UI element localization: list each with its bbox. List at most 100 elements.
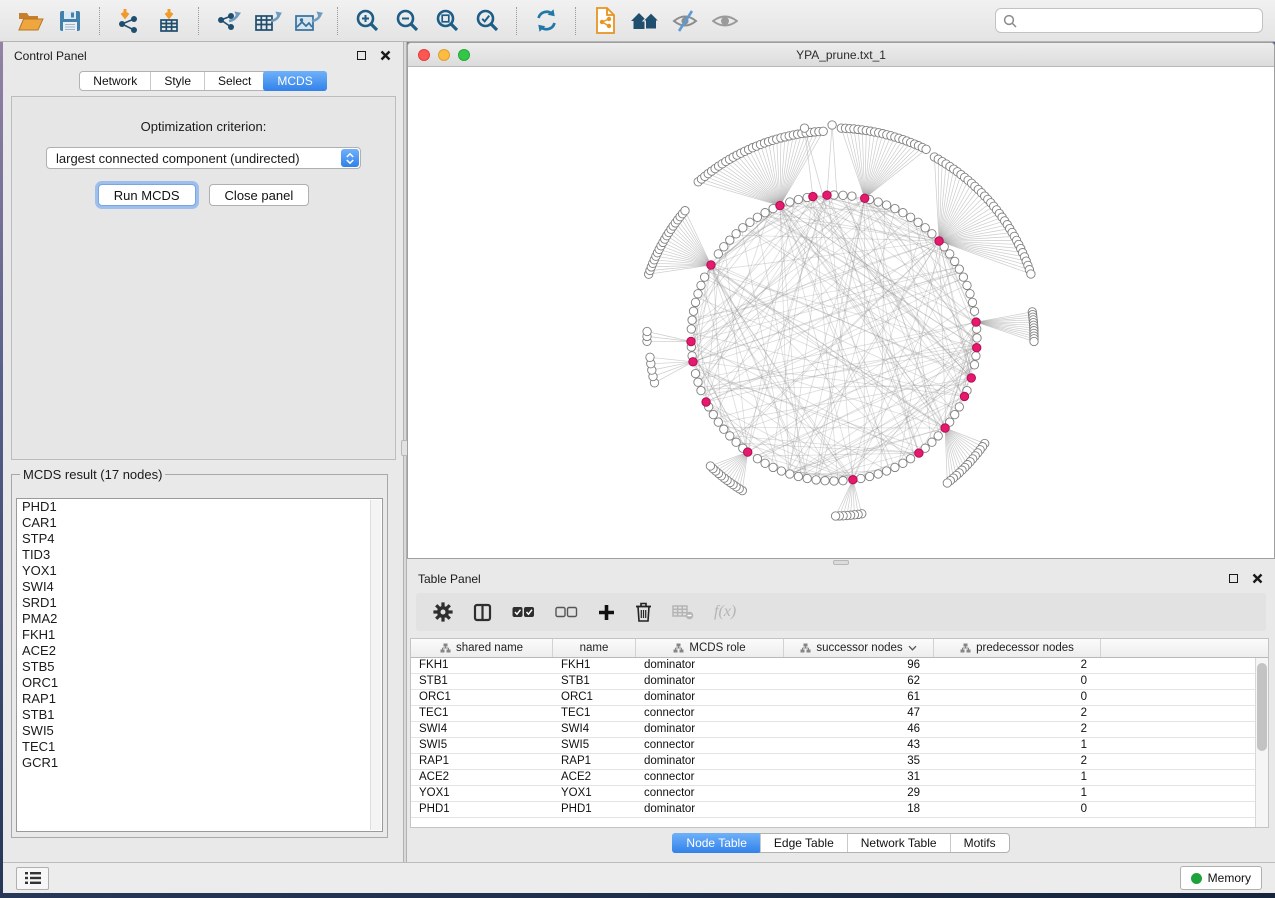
tab-motifs[interactable]: Motifs (950, 834, 1009, 852)
select-all-button[interactable] (512, 606, 535, 618)
network-node[interactable] (830, 477, 838, 485)
refresh-network-button[interactable] (528, 5, 564, 37)
open-ndex-button[interactable] (587, 5, 623, 37)
table-row[interactable]: ACE2ACE2connector311 (411, 770, 1268, 786)
mcds-hub-node[interactable] (809, 192, 817, 200)
network-node[interactable] (732, 438, 740, 446)
mcds-hub-node[interactable] (702, 398, 710, 406)
mcds-result-item[interactable]: CAR1 (17, 515, 382, 531)
genemania-button[interactable] (627, 5, 663, 37)
mcds-hub-node[interactable] (915, 449, 923, 457)
mcds-hub-node[interactable] (941, 424, 949, 432)
column-header-MCDS-role[interactable]: MCDS role (636, 639, 784, 657)
import-network-button[interactable] (111, 5, 147, 37)
column-header-name[interactable]: name (553, 639, 636, 657)
network-node[interactable] (966, 290, 974, 298)
network-node[interactable] (746, 218, 754, 226)
table-row[interactable]: FKH1FKH1dominator962 (411, 658, 1268, 674)
network-node[interactable] (691, 298, 699, 306)
fit-columns-button[interactable] (473, 603, 492, 622)
network-node[interactable] (694, 290, 702, 298)
import-table-button[interactable] (151, 5, 187, 37)
network-node[interactable] (906, 213, 914, 221)
mcds-result-item[interactable]: PMA2 (17, 611, 382, 627)
mcds-hub-node[interactable] (823, 191, 831, 199)
mcds-result-item[interactable]: TEC1 (17, 739, 382, 755)
mcds-hub-node[interactable] (687, 337, 695, 345)
mcds-hub-node[interactable] (960, 392, 968, 400)
network-node[interactable] (777, 467, 785, 475)
mcds-result-item[interactable]: PHD1 (17, 499, 382, 515)
delete-table-button[interactable] (672, 605, 694, 620)
network-node[interactable] (706, 462, 714, 470)
network-node[interactable] (688, 316, 696, 324)
network-node[interactable] (906, 455, 914, 463)
network-node[interactable] (821, 477, 829, 485)
mcds-hub-node[interactable] (707, 261, 715, 269)
mcds-hub-node[interactable] (776, 201, 784, 209)
table-row[interactable]: STB1STB1dominator620 (411, 674, 1268, 690)
search-input[interactable] (1022, 13, 1255, 29)
mcds-hub-node[interactable] (967, 374, 975, 382)
network-node[interactable] (646, 353, 654, 361)
unselect-all-button[interactable] (555, 606, 578, 618)
network-canvas[interactable] (408, 67, 1274, 558)
mcds-hub-node[interactable] (973, 344, 981, 352)
network-node[interactable] (839, 191, 847, 199)
zoom-in-button[interactable] (349, 5, 385, 37)
criterion-select[interactable]: largest connected component (undirected) (46, 147, 361, 169)
run-mcds-button[interactable]: Run MCDS (98, 184, 196, 206)
network-node[interactable] (972, 352, 980, 360)
add-column-button[interactable] (598, 604, 615, 621)
network-node[interactable] (899, 459, 907, 467)
network-node[interactable] (732, 230, 740, 238)
network-node[interactable] (831, 512, 839, 520)
mcds-result-item[interactable]: SWI5 (17, 723, 382, 739)
network-node[interactable] (720, 243, 728, 251)
network-node[interactable] (828, 121, 836, 129)
memory-button[interactable]: Memory (1180, 866, 1262, 890)
mcds-result-item[interactable]: STP4 (17, 531, 382, 547)
mcds-hub-node[interactable] (744, 448, 752, 456)
mcds-result-item[interactable]: STB5 (17, 659, 382, 675)
show-log-button[interactable] (16, 867, 49, 890)
network-node[interactable] (973, 334, 981, 342)
tab-edge-table[interactable]: Edge Table (760, 834, 847, 852)
network-node[interactable] (786, 198, 794, 206)
network-node[interactable] (928, 438, 936, 446)
zoom-out-button[interactable] (389, 5, 425, 37)
network-node[interactable] (955, 265, 963, 273)
network-node[interactable] (959, 273, 967, 281)
table-scrollbar[interactable] (1255, 658, 1268, 827)
mcds-result-item[interactable]: TID3 (17, 547, 382, 563)
network-node[interactable] (970, 307, 978, 315)
maximize-window-icon[interactable] (458, 49, 470, 61)
network-node[interactable] (761, 209, 769, 217)
network-node[interactable] (891, 204, 899, 212)
close-panel-icon[interactable] (1252, 573, 1263, 584)
tab-network[interactable]: Network (80, 72, 150, 90)
network-node[interactable] (865, 472, 873, 480)
network-node[interactable] (687, 325, 695, 333)
network-node[interactable] (769, 463, 777, 471)
network-node[interactable] (726, 236, 734, 244)
network-node[interactable] (812, 476, 820, 484)
mcds-result-item[interactable]: RAP1 (17, 691, 382, 707)
network-node[interactable] (753, 213, 761, 221)
network-node[interactable] (714, 418, 722, 426)
network-node[interactable] (700, 273, 708, 281)
network-node[interactable] (921, 224, 929, 232)
network-node[interactable] (803, 474, 811, 482)
mcds-result-item[interactable]: GCR1 (17, 755, 382, 771)
zoom-selected-button[interactable] (469, 5, 505, 37)
network-node[interactable] (943, 479, 951, 487)
mcds-hub-node[interactable] (935, 237, 943, 245)
table-row[interactable]: PHD1PHD1dominator180 (411, 802, 1268, 818)
splitter-handle[interactable] (833, 560, 849, 565)
mcds-hub-node[interactable] (689, 358, 697, 366)
mcds-hub-node[interactable] (972, 318, 980, 326)
tab-network-table[interactable]: Network Table (847, 834, 950, 852)
network-node[interactable] (934, 432, 942, 440)
network-node[interactable] (691, 369, 699, 377)
function-builder-button[interactable]: f(x) (714, 603, 736, 621)
